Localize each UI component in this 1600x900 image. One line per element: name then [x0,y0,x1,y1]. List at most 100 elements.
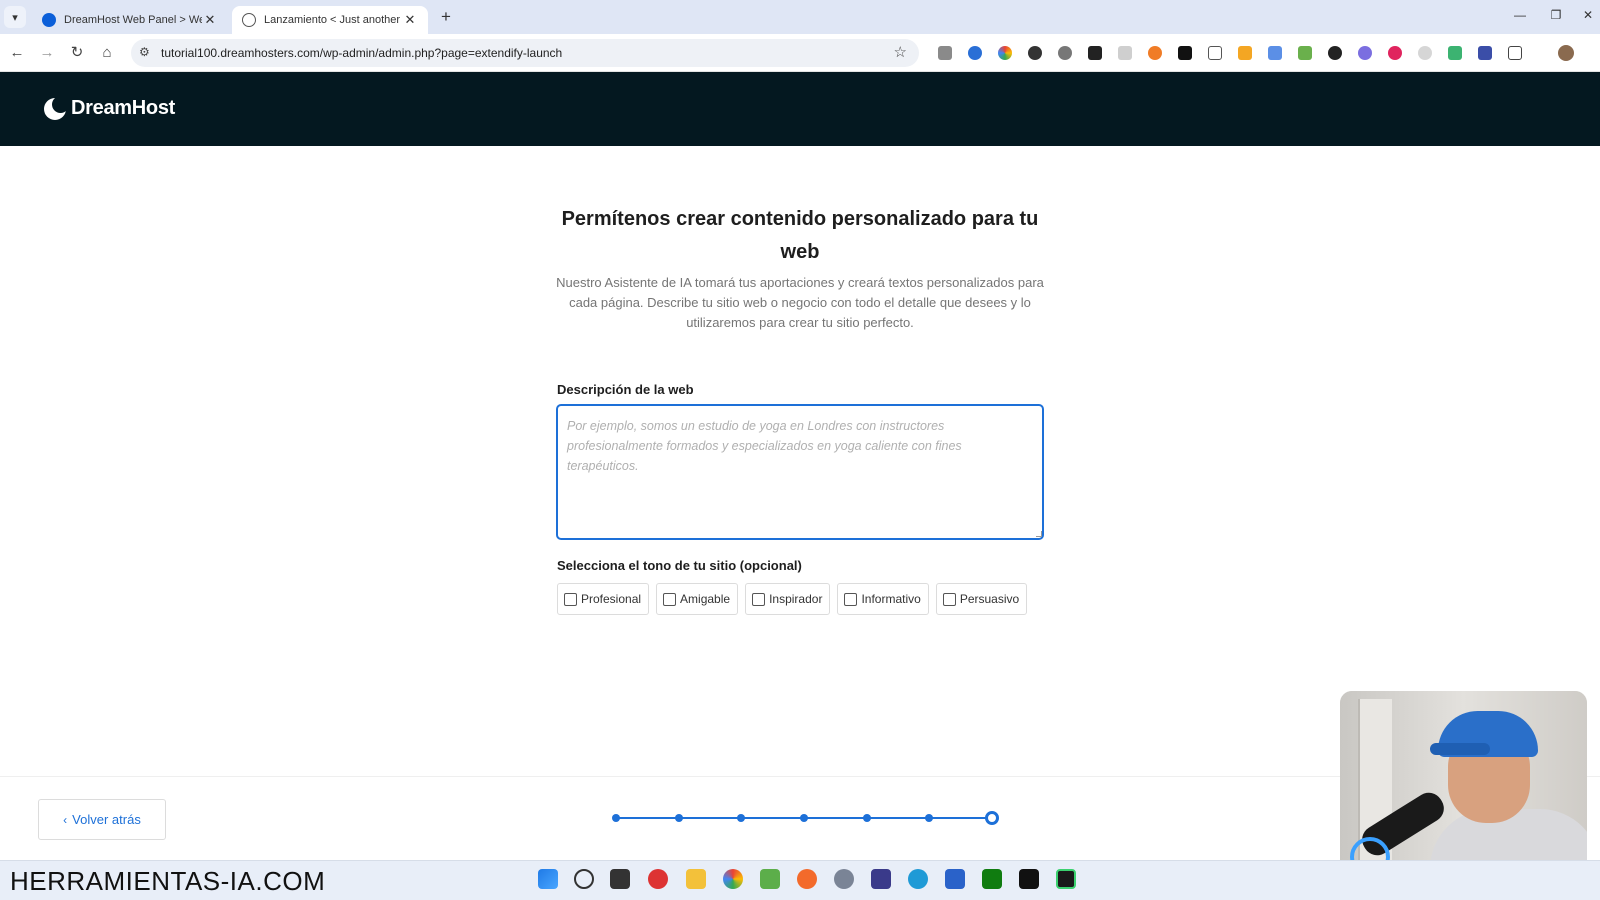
tone-option-inspirador[interactable]: Inspirador [745,583,831,615]
page-subtitle: Nuestro Asistente de IA tomará tus aport… [556,275,1044,330]
tone-option-label: Persuasivo [959,592,1020,606]
puzzle-extensions-icon[interactable] [1508,46,1522,60]
tab-title: DreamHost Web Panel > Webs [64,14,202,26]
m-extension-icon[interactable] [1208,46,1222,60]
progress-step [674,814,683,822]
app-red-icon[interactable] [648,869,668,889]
back-button[interactable]: ‹ Volver atrás [38,799,166,840]
tone-option-label: Informativo [861,592,921,606]
tone-option-amigable[interactable]: Amigable [656,583,739,615]
watermark-text: HERRAMIENTAS-IA.COM [10,866,326,896]
settings-gear-icon[interactable] [834,869,854,889]
tab-close-icon[interactable]: ✕ [202,12,218,28]
back-arrow-icon[interactable]: ← [7,43,27,63]
progress-step [862,814,871,822]
camera-extension-icon[interactable] [938,46,952,60]
file-explorer-icon[interactable] [686,869,706,889]
pinterest-extension-icon[interactable] [1388,46,1402,60]
sparkle-extension-icon[interactable] [1448,46,1462,60]
globe-favicon-icon [242,13,256,27]
dark-circle-extension-icon[interactable] [1028,46,1042,60]
tone-option-label: Amigable [680,592,731,606]
browser-tab-dreamhost-panel[interactable]: DreamHost Web Panel > Webs ✕ [32,6,228,34]
browser-menu-icon[interactable] [1588,46,1592,60]
translate-extension-icon[interactable] [1268,46,1282,60]
green-app-icon[interactable] [1056,869,1076,889]
windows-start-icon[interactable] [538,869,558,889]
webcam-overlay [1340,691,1587,886]
grid-extension-icon[interactable] [1118,46,1132,60]
progress-step [800,814,808,822]
green-extension-icon[interactable] [1298,46,1312,60]
chrome-icon[interactable] [723,869,743,889]
tone-checkbox[interactable] [942,592,956,606]
restore-window-icon[interactable]: ❐ [1546,8,1566,22]
search-icon[interactable] [574,869,594,889]
page-title: Permítenos crear contenido personalizado… [561,208,1039,263]
blue-extension-icon[interactable] [968,46,982,60]
close-window-icon[interactable]: ✕ [1578,8,1598,22]
browser-toolbar: ← → ↻ ⌂ ⚙ tutorial100.dreamhosters.com/w… [0,34,1600,72]
tone-option-informativo[interactable]: Informativo [837,583,929,615]
site-description-textarea[interactable] [556,404,1044,540]
address-url[interactable]: tutorial100.dreamhosters.com/wp-admin/ad… [161,46,562,60]
headphones-icon[interactable] [871,869,891,889]
forward-arrow-icon[interactable]: → [37,43,57,63]
tab-title: Lanzamiento < Just another W [264,14,402,26]
edge-icon[interactable] [908,869,928,889]
reload-icon[interactable]: ↻ [67,43,87,63]
site-settings-icon[interactable]: ⚙ [139,45,150,59]
description-label: Descripción de la web [557,382,694,397]
badge-extension-icon[interactable] [1238,46,1252,60]
tone-option-label: Inspirador [769,592,823,606]
progress-step [737,814,746,822]
minimize-window-icon[interactable]: — [1510,8,1530,22]
new-tab-plus-icon[interactable]: + [436,7,456,27]
orange-extension-icon[interactable] [1148,46,1162,60]
zoom-extension-icon[interactable] [1058,46,1072,60]
dreamhost-favicon-icon [42,13,56,27]
chatgpt-extension-icon[interactable] [1328,46,1342,60]
tone-label: Selecciona el tono de tu sitio (opcional… [557,558,802,573]
tone-option-label: Profesional [581,592,642,606]
chevron-left-icon: ‹ [63,812,68,827]
tone-option-profesional[interactable]: Profesional [557,583,650,615]
firefox-icon[interactable] [797,869,817,889]
notepad-icon[interactable] [945,869,965,889]
progress-step [612,814,620,822]
task-view-icon[interactable] [610,869,630,889]
home-icon[interactable]: ⌂ [97,43,117,63]
tab-list-chevron-icon[interactable]: ▾ [4,6,26,28]
shield-extension-icon[interactable] [1478,46,1492,60]
tone-checkbox[interactable] [564,592,577,606]
presenter-cap-brim [1430,743,1490,755]
compass-extension-icon[interactable] [1418,46,1432,60]
back-button-label: Volver atrás [72,812,141,827]
chart-app-icon[interactable] [760,869,780,889]
step-progress-indicator [612,810,999,826]
xbox-icon[interactable] [982,869,1002,889]
font-extension-icon[interactable] [1088,46,1102,60]
tab-close-icon[interactable]: ✕ [402,12,418,28]
capcut-icon[interactable] [1019,869,1039,889]
progress-step [925,814,934,822]
browser-tab-lanzamiento[interactable]: Lanzamiento < Just another W ✕ [232,6,428,34]
address-bar[interactable]: ⚙ tutorial100.dreamhosters.com/wp-admin/… [131,39,919,67]
tone-option-persuasivo[interactable]: Persuasivo [935,583,1028,615]
app-header: DreamHost [0,72,1600,146]
tone-checkbox[interactable] [844,592,858,606]
tone-checkbox[interactable] [752,592,766,606]
bookmark-star-icon[interactable]: ☆ [894,43,907,61]
logo-text: DreamHost [71,97,175,119]
dreamhost-moon-icon [44,95,69,120]
browser-tab-bar: ▾ DreamHost Web Panel > Webs ✕ Lanzamien… [0,0,1600,34]
dreamhost-logo: DreamHost [44,95,175,120]
progress-step-current [985,811,999,825]
tone-checkbox[interactable] [663,592,677,606]
textarea-resize-handle[interactable] [1036,531,1042,537]
gear-extension-icon[interactable] [1358,46,1372,60]
mb-extension-icon[interactable] [1178,46,1192,60]
profile-avatar[interactable] [1558,45,1574,61]
tone-options: Profesional Amigable Inspirador Informat… [557,583,1028,615]
color-wheel-extension-icon[interactable] [998,46,1012,60]
